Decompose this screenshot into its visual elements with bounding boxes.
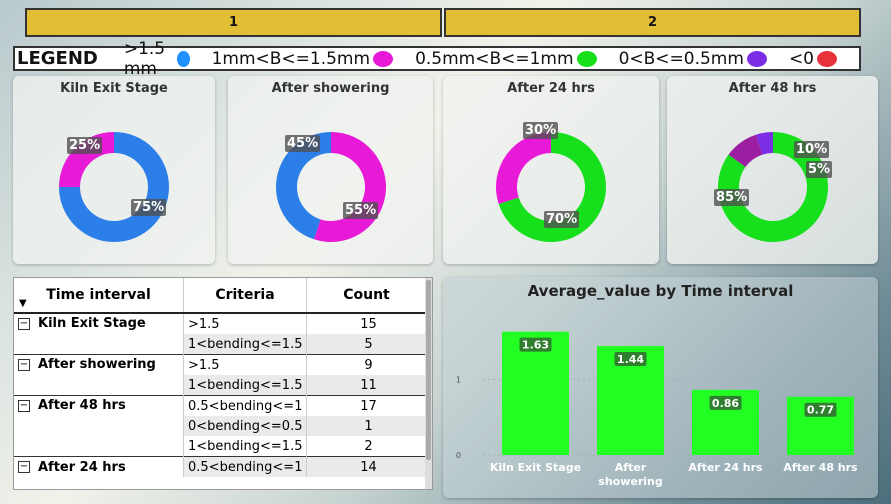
criteria-cell: 0.5<bending<=1 bbox=[183, 395, 307, 416]
tab-2[interactable]: 2 bbox=[444, 8, 861, 37]
criteria-cell: >1.5 bbox=[183, 312, 307, 334]
slice-label: 85% bbox=[714, 189, 750, 206]
slice-label: 70% bbox=[544, 211, 580, 228]
donut-card-showering[interactable]: After showering 55% 45% bbox=[228, 76, 433, 264]
criteria-cell: >1.5 bbox=[183, 354, 307, 375]
count-cell: 15 bbox=[306, 312, 426, 334]
table-scrollbar[interactable] bbox=[425, 278, 432, 489]
count-cell: 5 bbox=[306, 334, 426, 355]
legend-item: 0.5mm<B<=1mm bbox=[415, 49, 597, 69]
slice-label: 55% bbox=[343, 202, 379, 219]
red-dot-icon bbox=[817, 50, 837, 67]
scrollbar-thumb[interactable] bbox=[426, 280, 431, 460]
slice-label: 30% bbox=[523, 122, 559, 139]
card-title: After 24 hrs bbox=[507, 81, 595, 96]
legend-item: 0<B<=0.5mm bbox=[619, 49, 767, 69]
data-label: 0.86 bbox=[712, 397, 739, 410]
group-label: Kiln Exit Stage bbox=[38, 316, 146, 331]
count-cell: 1 bbox=[306, 416, 426, 436]
collapse-icon[interactable]: − bbox=[18, 317, 30, 330]
legend-item: >1.5 mm bbox=[124, 39, 190, 79]
slice-label: 75% bbox=[131, 199, 167, 216]
category-label: Kiln Exit Stage bbox=[490, 461, 581, 474]
slice-label: 10% bbox=[794, 141, 830, 158]
legend-bar: LEGEND >1.5 mm 1mm<B<=1.5mm 0.5mm<B<=1mm… bbox=[13, 39, 861, 79]
slice-label: 25% bbox=[67, 137, 103, 154]
count-cell: 9 bbox=[306, 354, 426, 375]
table-row: − After showering >1.5 9 bbox=[14, 354, 426, 396]
card-title: Kiln Exit Stage bbox=[60, 81, 168, 96]
bar-chart[interactable]: 0 1 1.63 Kiln Exit Stage 1.44 Aftershowering 0… bbox=[443, 277, 878, 498]
slice-label: 5% bbox=[806, 161, 833, 178]
legend-item: 1mm<B<=1.5mm bbox=[212, 49, 394, 69]
count-cell: 14 bbox=[306, 456, 426, 477]
data-label: 1.63 bbox=[522, 339, 549, 352]
criteria-cell: 1<bending<=1.5 bbox=[183, 334, 307, 355]
data-label: 1.44 bbox=[617, 353, 644, 366]
donut-card-kiln[interactable]: Kiln Exit Stage 75% 25% bbox=[13, 76, 215, 264]
data-label: 0.77 bbox=[807, 404, 834, 417]
group-label: After showering bbox=[38, 357, 156, 372]
count-cell: 17 bbox=[306, 395, 426, 416]
legend-label: 0<B<=0.5mm bbox=[618, 48, 744, 69]
data-table[interactable]: Time interval ▼ Criteria Count − Kiln Exit… bbox=[13, 277, 433, 490]
green-dot-icon bbox=[576, 50, 597, 67]
table-row: − Kiln Exit Stage >1.5 15 bbox=[14, 312, 426, 355]
criteria-cell: 1<bending<=1.5 bbox=[183, 436, 307, 457]
y-tick-label: 0 bbox=[456, 451, 461, 460]
legend-label: 1mm<B<=1.5mm bbox=[211, 48, 371, 69]
category-label: showering bbox=[598, 475, 662, 488]
blue-dot-icon bbox=[177, 50, 190, 67]
tab-1[interactable]: 1 bbox=[25, 8, 442, 37]
y-tick-label: 1 bbox=[456, 375, 461, 384]
sort-arrow-icon[interactable]: ▼ bbox=[19, 298, 27, 309]
criteria-cell: 0<bending<=0.5 bbox=[183, 416, 307, 436]
collapse-icon[interactable]: − bbox=[18, 461, 30, 473]
card-title: After showering bbox=[271, 81, 390, 96]
category-label: After 24 hrs bbox=[688, 461, 763, 474]
col-header-criteria[interactable]: Criteria bbox=[183, 278, 307, 314]
table-row: − After 24 hrs 0.5<bending<=1 14 bbox=[14, 456, 426, 477]
criteria-cell: 1<bending<=1.5 bbox=[183, 375, 307, 396]
criteria-cell: 0.5<bending<=1 bbox=[183, 456, 307, 477]
category-label: After bbox=[615, 461, 647, 474]
donut-card-24hrs[interactable]: After 24 hrs 70% 30% bbox=[443, 76, 659, 264]
group-label: After 24 hrs bbox=[38, 459, 126, 475]
count-cell: 2 bbox=[306, 436, 426, 457]
card-title: After 48 hrs bbox=[728, 81, 817, 96]
col-header-time-interval[interactable]: Time interval ▼ bbox=[14, 278, 184, 314]
col-header-count[interactable]: Count bbox=[306, 278, 426, 314]
group-label: After 48 hrs bbox=[38, 398, 126, 413]
magenta-dot-icon bbox=[373, 50, 394, 67]
slice-label: 45% bbox=[285, 135, 321, 152]
legend-item: <0 bbox=[789, 49, 837, 69]
collapse-icon[interactable]: − bbox=[18, 358, 30, 371]
collapse-icon[interactable]: − bbox=[18, 399, 30, 412]
bar-chart-card[interactable]: Average_value by Time interval 0 1 1.63 Kil… bbox=[443, 277, 878, 498]
category-label: After 48 hrs bbox=[783, 461, 858, 474]
legend-label: <0 bbox=[788, 48, 814, 69]
legend-label: 0.5mm<B<=1mm bbox=[415, 48, 574, 69]
donut-card-48hrs[interactable]: After 48 hrs 85% 10% 5% bbox=[667, 76, 878, 264]
legend-label: >1.5 mm bbox=[123, 38, 166, 79]
donut-slice[interactable] bbox=[496, 132, 551, 204]
table-row: − After 48 hrs 0.5<bending<=1 17 bbox=[14, 395, 426, 457]
purple-dot-icon bbox=[746, 50, 767, 67]
legend-title: LEGEND bbox=[17, 48, 98, 69]
count-cell: 11 bbox=[306, 375, 426, 396]
